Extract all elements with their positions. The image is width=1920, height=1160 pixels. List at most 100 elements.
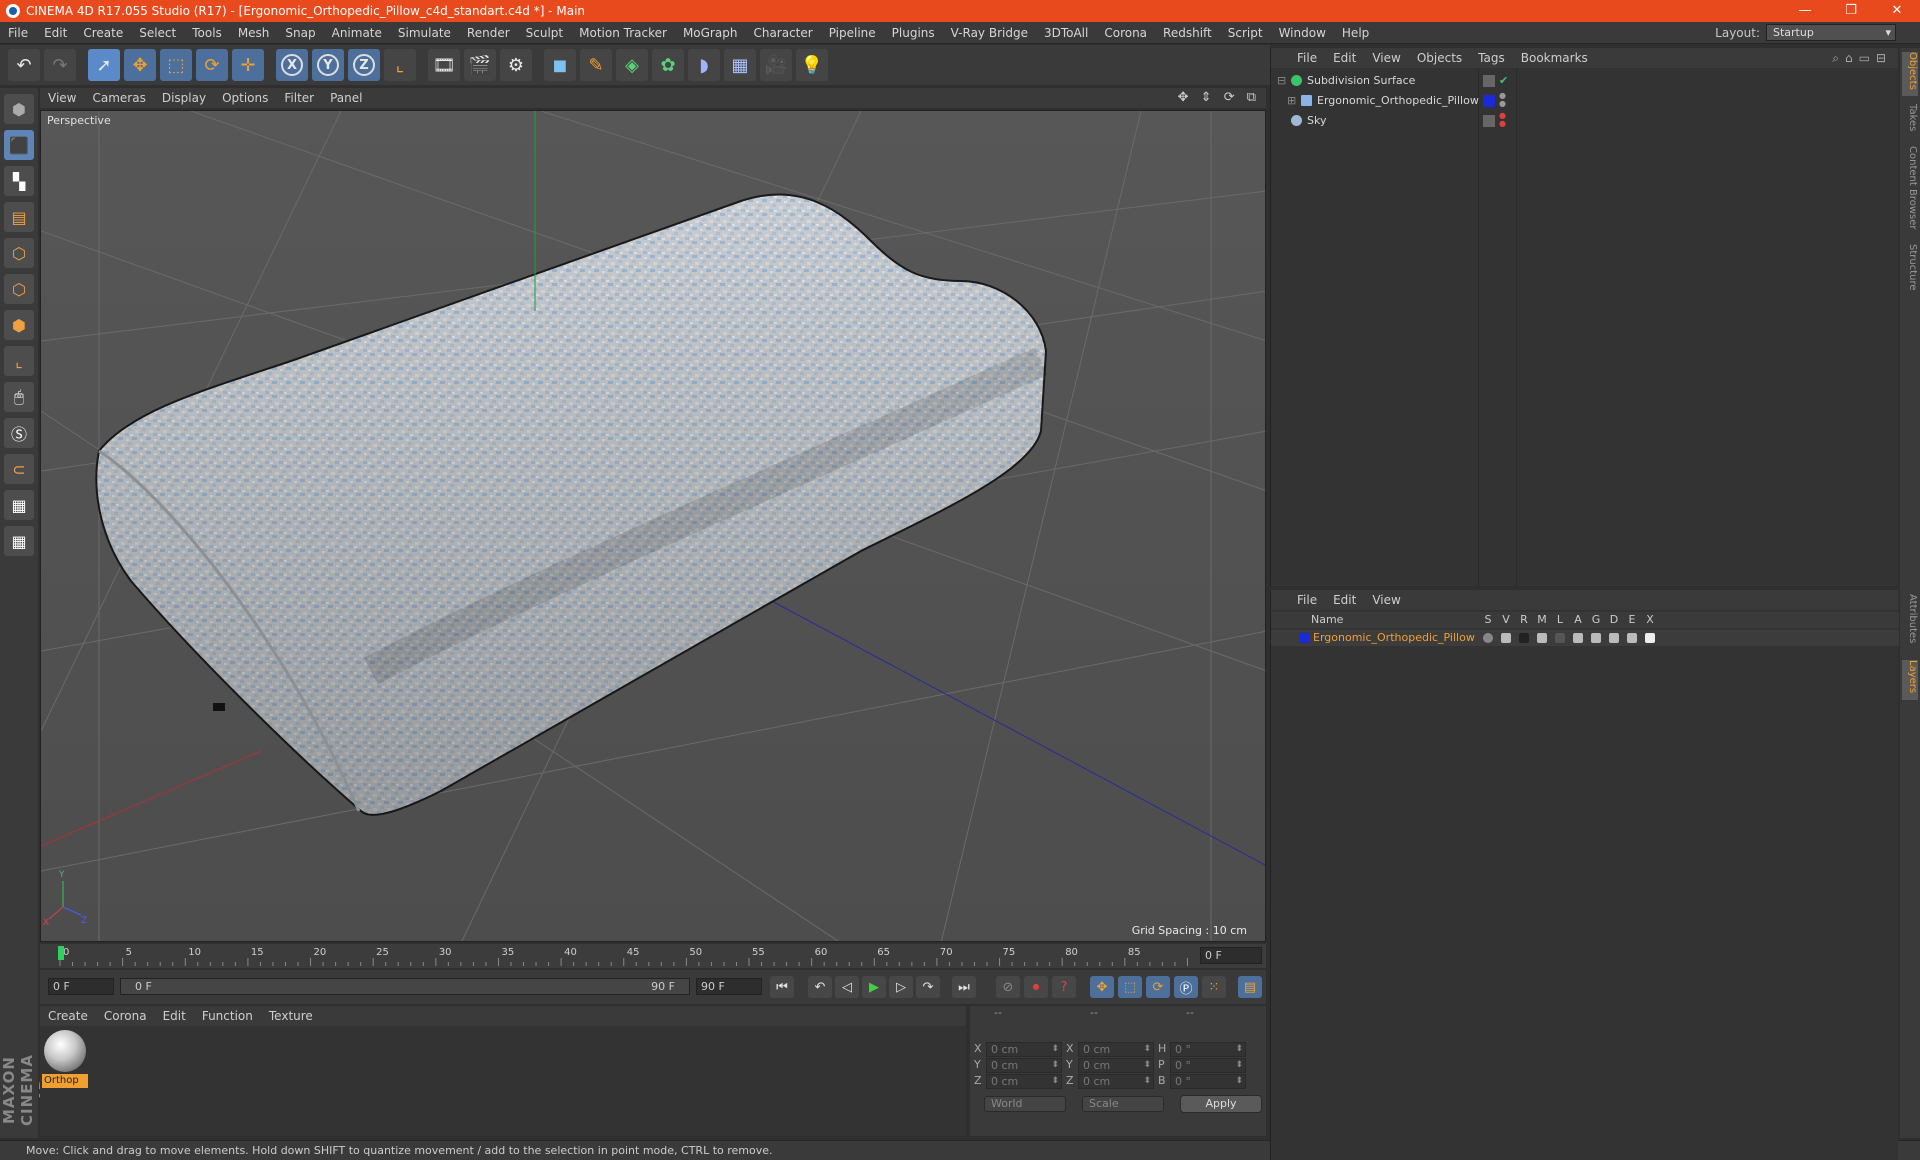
tab-layers[interactable]: Layers: [1902, 660, 1918, 700]
layer-row[interactable]: Ergonomic_Orthopedic_Pillow: [1271, 630, 1899, 646]
make-editable-icon[interactable]: ⬢: [4, 94, 34, 124]
size-y-field[interactable]: 0 cm: [1078, 1058, 1154, 1073]
current-frame-field[interactable]: 0 F: [1200, 947, 1262, 964]
menu-edit[interactable]: Edit: [36, 26, 75, 40]
viewport-menu-view[interactable]: View: [40, 91, 84, 105]
expand-icon[interactable]: ⊞: [1287, 92, 1296, 110]
generators-toggle-icon[interactable]: [1591, 633, 1601, 643]
coordinate-mode-dropdown[interactable]: World: [984, 1096, 1066, 1112]
axis-mode-icon[interactable]: ⌞: [4, 346, 34, 376]
menu-file[interactable]: File: [0, 26, 36, 40]
record-parameter-icon[interactable]: Ⓟ: [1174, 976, 1198, 998]
record-position-icon[interactable]: ✥: [1090, 976, 1114, 998]
subdivision-surface-icon[interactable]: ◈: [616, 49, 648, 81]
menu-simulate[interactable]: Simulate: [390, 26, 459, 40]
menu-vray-bridge[interactable]: V-Ray Bridge: [943, 26, 1036, 40]
material-menu-corona[interactable]: Corona: [96, 1009, 155, 1023]
collapse-icon[interactable]: ⊟: [1277, 72, 1286, 90]
viewport-navigation-icons[interactable]: ✥ ⇕ ⟳ ⧉: [1178, 90, 1260, 105]
workplane-icon[interactable]: ▦: [4, 526, 34, 556]
menu-mograph[interactable]: MoGraph: [675, 26, 746, 40]
rotate-icon[interactable]: ⟳: [196, 49, 228, 81]
layers-menu-view[interactable]: View: [1364, 593, 1408, 607]
record-rotation-icon[interactable]: ⟳: [1146, 976, 1170, 998]
material-menu-edit[interactable]: Edit: [155, 1009, 194, 1023]
go-to-start-icon[interactable]: ⏮: [770, 976, 794, 998]
visibility-dots-icon[interactable]: ● ●: [1499, 92, 1506, 108]
menu-animate[interactable]: Animate: [324, 26, 390, 40]
pillow-model[interactable]: [95, 193, 1048, 816]
position-x-field[interactable]: 0 cm: [986, 1042, 1062, 1057]
close-button[interactable]: ✕: [1874, 0, 1920, 22]
camera-icon[interactable]: 🎥: [760, 49, 792, 81]
objects-menu-tags[interactable]: Tags: [1470, 51, 1513, 65]
light-icon[interactable]: 💡: [796, 49, 828, 81]
menu-character[interactable]: Character: [745, 26, 820, 40]
menu-motion-tracker[interactable]: Motion Tracker: [571, 26, 675, 40]
tab-objects[interactable]: Objects: [1902, 52, 1918, 96]
size-mode-dropdown[interactable]: Scale: [1082, 1096, 1164, 1112]
record-point-level-icon[interactable]: ⁙: [1202, 976, 1226, 998]
polygons-mode-icon[interactable]: ⬢: [4, 310, 34, 340]
expressions-toggle-icon[interactable]: [1627, 633, 1637, 643]
layer-name[interactable]: Ergonomic_Orthopedic_Pillow: [1313, 630, 1475, 646]
enabled-check-icon[interactable]: ✔: [1499, 72, 1508, 90]
menu-select[interactable]: Select: [131, 26, 184, 40]
size-x-field[interactable]: 0 cm: [1078, 1042, 1154, 1057]
xrefs-toggle-icon[interactable]: [1645, 633, 1655, 643]
restore-button[interactable]: ❐: [1828, 0, 1874, 22]
lock-toggle-icon[interactable]: [1555, 633, 1565, 643]
menu-3dtoall[interactable]: 3DToAll: [1036, 26, 1096, 40]
transform-icon[interactable]: ✛: [232, 49, 264, 81]
coordinate-system-icon[interactable]: ⌞: [384, 49, 416, 81]
go-to-end-icon[interactable]: ⏭: [952, 976, 976, 998]
layers-menu-edit[interactable]: Edit: [1325, 593, 1364, 607]
edges-mode-icon[interactable]: ⬡: [4, 274, 34, 304]
play-icon[interactable]: ▶: [862, 976, 886, 998]
material-menu-texture[interactable]: Texture: [261, 1009, 321, 1023]
rotation-b-field[interactable]: 0 °: [1170, 1074, 1246, 1089]
deformer-icon[interactable]: ◗: [688, 49, 720, 81]
y-axis-lock-icon[interactable]: Y: [312, 49, 344, 81]
object-manager-tools-icons[interactable]: ⌕⌂▭⊟: [1832, 51, 1892, 66]
deformers-toggle-icon[interactable]: [1609, 633, 1619, 643]
objects-menu-edit[interactable]: Edit: [1325, 51, 1364, 65]
z-axis-lock-icon[interactable]: Z: [348, 49, 380, 81]
lock-workplane-icon[interactable]: ▦: [4, 490, 34, 520]
menu-help[interactable]: Help: [1334, 26, 1377, 40]
objects-menu-file[interactable]: File: [1289, 51, 1325, 65]
material-name-label[interactable]: Orthop: [42, 1074, 88, 1088]
apply-button[interactable]: Apply: [1180, 1095, 1262, 1113]
tab-takes[interactable]: Takes: [1902, 104, 1918, 136]
menu-redshift[interactable]: Redshift: [1155, 26, 1220, 40]
menu-render[interactable]: Render: [459, 26, 518, 40]
tab-attributes[interactable]: Attributes: [1902, 594, 1918, 654]
points-mode-icon[interactable]: ⬡: [4, 238, 34, 268]
solo-toggle-icon[interactable]: [1483, 633, 1493, 643]
next-frame-icon[interactable]: ▷: [889, 976, 913, 998]
floor-icon[interactable]: ▦: [724, 49, 756, 81]
autokey-icon[interactable]: ⏺: [1024, 976, 1048, 998]
objects-menu-bookmarks[interactable]: Bookmarks: [1513, 51, 1596, 65]
material-menu-function[interactable]: Function: [194, 1009, 261, 1023]
menu-pipeline[interactable]: Pipeline: [821, 26, 884, 40]
timeline-window-icon[interactable]: ▤: [1238, 976, 1262, 998]
render-picture-viewer-icon[interactable]: 🎬: [464, 49, 496, 81]
animation-toggle-icon[interactable]: [1573, 633, 1583, 643]
menu-corona[interactable]: Corona: [1096, 26, 1155, 40]
previous-frame-icon[interactable]: ◁: [835, 976, 859, 998]
render-settings-icon[interactable]: ⚙: [500, 49, 532, 81]
move-icon[interactable]: ✥: [124, 49, 156, 81]
viewport-menu-display[interactable]: Display: [154, 91, 214, 105]
record-keys-icon[interactable]: ⊘: [996, 976, 1020, 998]
x-axis-lock-icon[interactable]: X: [276, 49, 308, 81]
material-preview-ball[interactable]: [44, 1030, 86, 1072]
layers-menu-file[interactable]: File: [1289, 593, 1325, 607]
rotation-p-field[interactable]: 0 °: [1170, 1058, 1246, 1073]
position-y-field[interactable]: 0 cm: [986, 1058, 1062, 1073]
object-row-pillow[interactable]: ⊞ Ergonomic_Orthopedic_Pillow ● ●: [1271, 92, 1899, 110]
keyframe-selection-icon[interactable]: ?: [1052, 976, 1076, 998]
position-z-field[interactable]: 0 cm: [986, 1074, 1062, 1089]
layer-color-swatch[interactable]: [1299, 633, 1309, 643]
viewport-menu-panel[interactable]: Panel: [322, 91, 370, 105]
